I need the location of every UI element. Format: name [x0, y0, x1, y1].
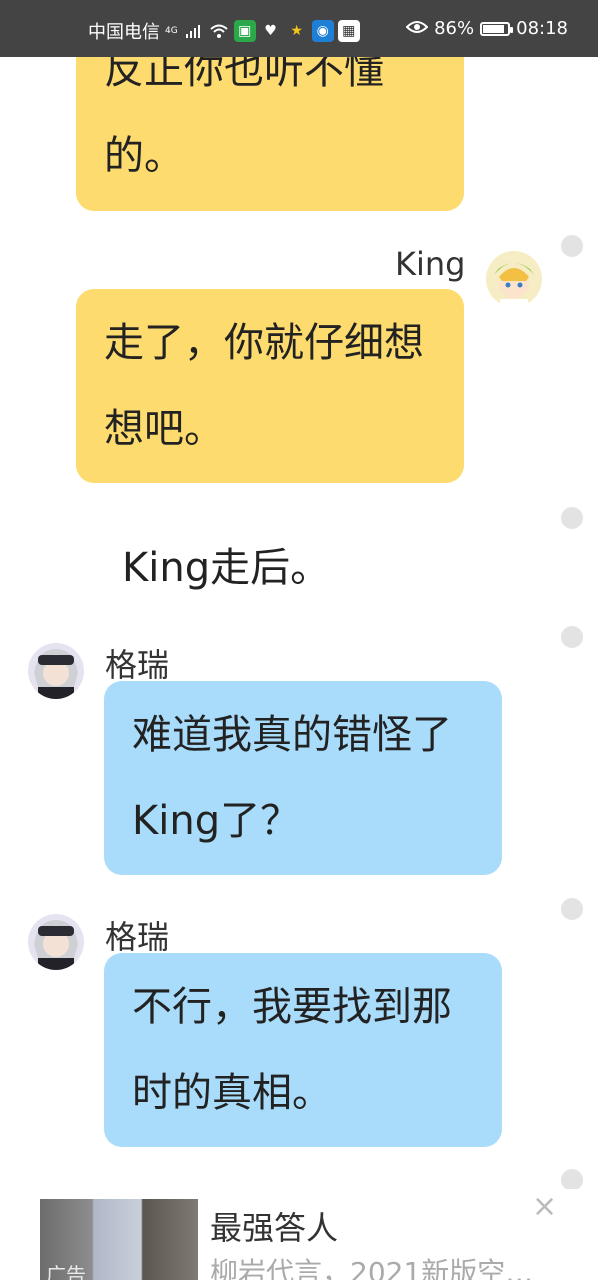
message-bubble-4[interactable]: 不行，我要找到那时的真相。	[104, 953, 502, 1147]
ad-title[interactable]: 最强答人	[210, 1203, 338, 1249]
status-dot	[561, 898, 583, 920]
status-bar: 中国电信 4G ▣ ♥ ★ ◉ ▦ 86% 08:18	[0, 0, 598, 57]
network-type: 4G	[165, 26, 178, 36]
sender-name-gerui: 格瑞	[105, 646, 170, 684]
clock: 08:18	[516, 18, 568, 39]
battery-icon	[480, 21, 514, 36]
message-text-1: 反正你也听不懂的。	[104, 57, 384, 179]
status-dot	[561, 507, 583, 529]
status-left: 中国电信 4G ▣ ♥ ★ ◉ ▦	[88, 18, 360, 44]
qr-icon: ▦	[337, 20, 360, 42]
carrier-label: 中国电信	[88, 22, 160, 43]
ad-banner[interactable]: 广告 最强答人 柳岩代言，2021新版空… ×	[0, 1189, 598, 1280]
ad-subtitle: 柳岩代言，2021新版空…	[210, 1256, 534, 1280]
sender-name-king: King	[395, 245, 466, 283]
avatar-gerui[interactable]	[28, 643, 84, 699]
message-text-2: 走了，你就仔细想想吧。	[104, 320, 424, 452]
message-bubble-1[interactable]: 反正你也听不懂的。	[76, 57, 464, 211]
wifi-icon	[208, 20, 230, 42]
battery-level	[483, 24, 505, 33]
status-dot	[561, 235, 583, 257]
sender-name-gerui: 格瑞	[105, 918, 170, 956]
avatar-gerui[interactable]	[28, 914, 84, 970]
status-dot	[561, 626, 583, 648]
health-icon: ♥	[264, 23, 277, 39]
message-text-4: 不行，我要找到那时的真相。	[132, 984, 452, 1116]
battery-percent: 86%	[434, 18, 475, 39]
status-dot	[561, 1169, 583, 1191]
star-icon: ★	[290, 23, 303, 39]
app-icon: ◉	[311, 20, 334, 42]
ad-tag: 广告	[46, 1263, 86, 1280]
message-bubble-2[interactable]: 走了，你就仔细想想吧。	[76, 289, 464, 483]
narration-text: King走后。	[122, 545, 331, 591]
chat-area[interactable]: 反正你也听不懂的。 King 走了，你就仔细想想吧。 King走后。 格瑞 难道…	[0, 57, 598, 1280]
avatar-king[interactable]	[486, 251, 542, 307]
close-icon[interactable]: ×	[532, 1189, 557, 1224]
status-right: 86% 08:18	[405, 18, 568, 39]
message-bubble-3[interactable]: 难道我真的错怪了King了？	[104, 681, 502, 875]
message-text-3: 难道我真的错怪了King了？	[132, 712, 452, 844]
signal-icon	[182, 20, 204, 42]
eye-icon	[405, 18, 429, 39]
app-badge-icon: ▣	[233, 20, 256, 42]
